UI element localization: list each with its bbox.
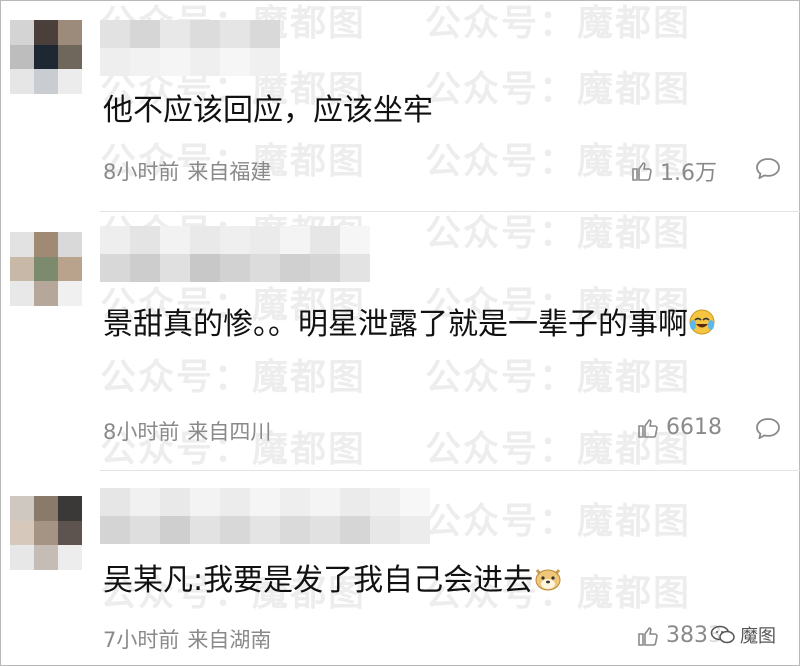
avatar[interactable] (10, 20, 82, 94)
username-blurred[interactable] (100, 20, 280, 76)
like-button[interactable]: 1.6万 (630, 155, 717, 187)
comment-location: 来自湖南 (187, 628, 272, 652)
divider (100, 470, 800, 471)
comment-location: 来自四川 (187, 420, 272, 444)
username-blurred[interactable] (100, 226, 370, 282)
speech-bubble-icon[interactable] (755, 157, 781, 179)
like-count: 1.6万 (660, 161, 717, 186)
like-count: 6618 (666, 415, 722, 440)
comment-text: 景甜真的惨。。明星泄露了就是一辈子的事啊 (103, 302, 763, 348)
comment-meta: 8小时前 来自四川 (103, 416, 279, 446)
laugh-cry-emoji (689, 309, 715, 335)
comment-meta: 8小时前 来自福建 (103, 156, 279, 186)
comment-time: 7小时前 (103, 628, 180, 652)
comment-time: 8小时前 (103, 160, 180, 184)
avatar[interactable] (10, 232, 82, 306)
thumbs-up-icon (638, 418, 658, 438)
comment-text: 他不应该回应，应该坐牢 (103, 93, 433, 128)
username-blurred[interactable] (100, 488, 430, 544)
thumbs-up-icon (632, 162, 652, 181)
comment-text: 吴某凡:我要是发了我自己会进去 (103, 558, 770, 604)
comment-time: 8小时前 (103, 420, 180, 444)
wechat-icon (710, 625, 735, 644)
comment-location: 来自福建 (187, 160, 272, 184)
comment-meta: 7小时前 来自湖南 (103, 624, 279, 654)
divider (100, 211, 800, 212)
doge-emoji (535, 569, 561, 591)
avatar[interactable] (10, 496, 82, 570)
wechat-account-name: 魔图 (740, 626, 776, 647)
speech-bubble-icon[interactable] (755, 417, 781, 439)
like-button[interactable]: 6618 (636, 415, 722, 440)
thumbs-up-icon (638, 626, 658, 646)
wechat-source-tag: 魔图 (706, 620, 780, 650)
